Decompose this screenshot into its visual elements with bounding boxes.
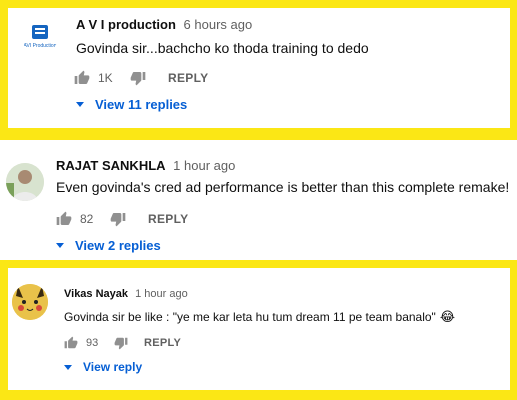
view-replies-button[interactable]: View 2 replies <box>56 238 161 253</box>
comment-actions: 93 REPLY <box>64 335 181 351</box>
timestamp[interactable]: 1 hour ago <box>173 158 235 173</box>
view-replies-button[interactable]: View 11 replies <box>76 97 187 112</box>
thumbs-up-icon[interactable] <box>56 211 72 227</box>
comment-text: Govinda sir...bachcho ko thoda training … <box>76 40 369 56</box>
avatar[interactable] <box>12 284 48 320</box>
comment-card-3: Vikas Nayak 1 hour ago Govinda sir be li… <box>8 268 510 390</box>
avatar-logo-text: AVI Production <box>24 43 57 49</box>
thumbs-down-icon[interactable] <box>110 211 126 227</box>
timestamp[interactable]: 6 hours ago <box>184 17 253 32</box>
like-count: 1K <box>98 71 113 85</box>
thumbs-down-icon[interactable] <box>130 70 146 86</box>
chevron-down-icon <box>64 364 72 370</box>
timestamp[interactable]: 1 hour ago <box>135 288 188 300</box>
thumbs-up-icon[interactable] <box>64 336 78 350</box>
laughing-emoji-icon: 😂 <box>439 309 456 324</box>
view-replies-label: View reply <box>83 360 143 374</box>
pikachu-avatar-icon <box>12 284 48 320</box>
like-count: 82 <box>80 212 94 226</box>
view-replies-label: View 11 replies <box>95 97 188 112</box>
chevron-down-icon <box>56 243 64 248</box>
comment-card-2: RAJAT SANKHLA 1 hour ago Even govinda's … <box>0 140 517 260</box>
avatar[interactable]: AVI Production <box>22 19 58 55</box>
like-count: 93 <box>86 337 99 349</box>
thumbs-down-icon[interactable] <box>114 336 128 350</box>
reply-button[interactable]: REPLY <box>168 71 208 85</box>
comment-header: A V I production 6 hours ago <box>76 17 252 32</box>
thumbs-up-icon[interactable] <box>74 70 90 86</box>
view-replies-button[interactable]: View reply <box>64 360 142 374</box>
comment-header: Vikas Nayak 1 hour ago <box>64 288 188 300</box>
comment-card-1: AVI Production A V I production 6 hours … <box>8 8 510 128</box>
reply-button[interactable]: REPLY <box>144 337 181 349</box>
comment-text-body: Govinda sir be like : "ye me kar leta hu… <box>64 310 436 324</box>
profile-photo-icon <box>6 163 44 201</box>
comment-text: Even govinda's cred ad performance is be… <box>56 179 510 195</box>
comment-text: Govinda sir be like : "ye me kar leta hu… <box>64 309 455 325</box>
avi-production-logo-icon: AVI Production <box>24 25 57 49</box>
comment-actions: 1K REPLY <box>74 69 208 87</box>
comment-actions: 82 REPLY <box>56 210 188 228</box>
comment-header: RAJAT SANKHLA 1 hour ago <box>56 158 235 173</box>
reply-button[interactable]: REPLY <box>148 212 188 226</box>
author-name[interactable]: Vikas Nayak <box>64 288 128 300</box>
avatar[interactable] <box>6 163 44 201</box>
author-name[interactable]: RAJAT SANKHLA <box>56 158 166 173</box>
view-replies-label: View 2 replies <box>75 238 161 253</box>
chevron-down-icon <box>76 102 84 107</box>
author-name[interactable]: A V I production <box>76 17 176 32</box>
